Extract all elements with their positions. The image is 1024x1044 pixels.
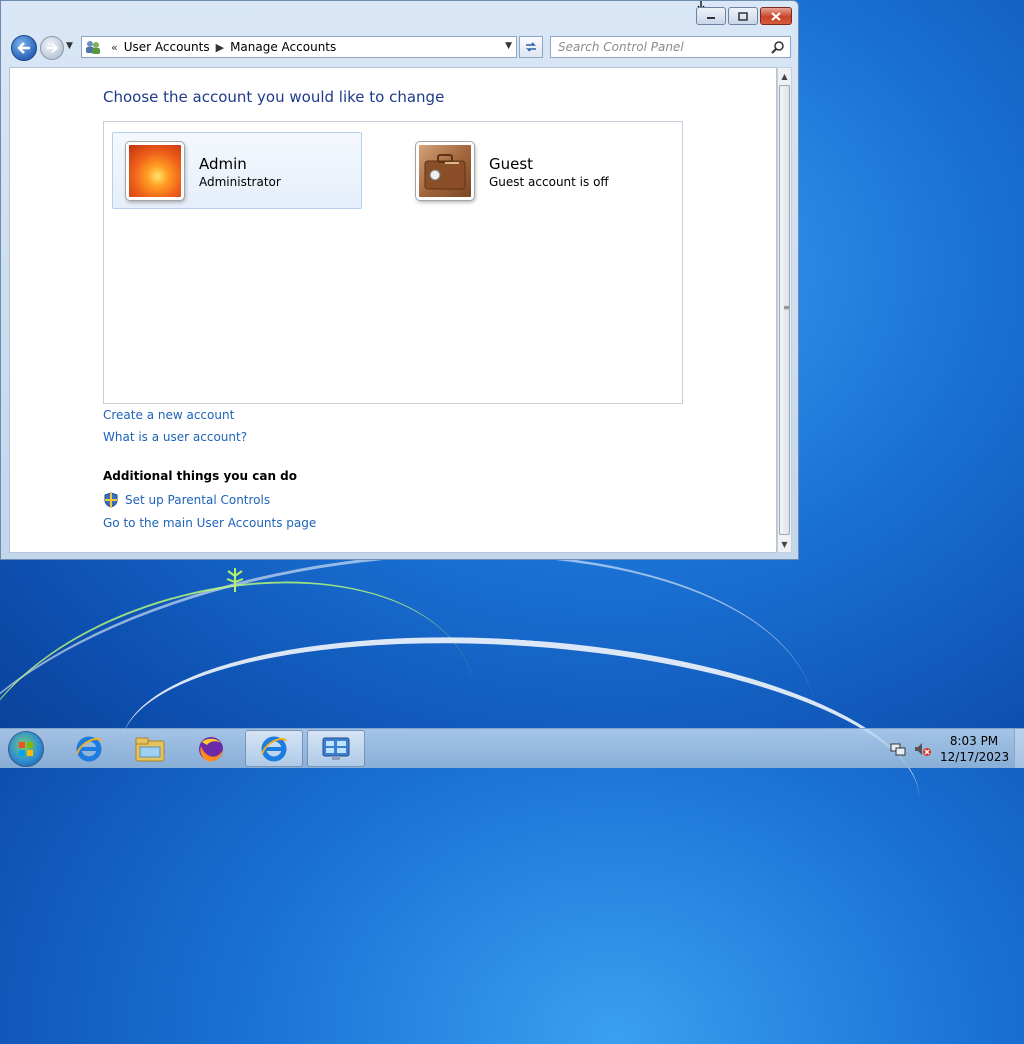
wallpaper-streak (111, 612, 929, 934)
start-button[interactable] (8, 731, 44, 767)
accounts-list: Admin Administrator Guest Guest account … (103, 121, 683, 404)
grip-icon: ≡ (783, 303, 790, 312)
close-icon (771, 11, 781, 21)
refresh-icon (526, 42, 536, 52)
internet-explorer-icon (76, 736, 102, 761)
navigation-bar: ▼ « User Accounts ▶ Manage Accounts ▼ Se… (9, 35, 791, 61)
breadcrumb-user-accounts[interactable]: User Accounts (124, 40, 210, 54)
taskbar-control-panel[interactable] (307, 730, 365, 767)
user-accounts-icon (86, 41, 100, 54)
system-clock[interactable]: 8:03 PM 12/17/2023 (940, 733, 1010, 765)
minimize-icon (707, 17, 715, 19)
wallpaper-leaf-icon (226, 568, 244, 592)
search-icon[interactable] (771, 40, 785, 54)
briefcase-graphic (424, 154, 466, 190)
taskbar-internet-explorer-active[interactable] (245, 730, 303, 767)
additional-heading: Additional things you can do (103, 469, 298, 483)
account-type: Administrator (199, 175, 281, 189)
arrow-right-icon (47, 43, 58, 53)
window-controls (696, 7, 792, 25)
content-pane: Choose the account you would like to cha… (9, 67, 777, 553)
account-name: Guest (489, 155, 534, 173)
volume-muted-icon[interactable] (914, 741, 932, 757)
clock-date: 12/17/2023 (940, 750, 1010, 764)
account-name: Admin (199, 155, 247, 173)
account-type: Guest account is off (489, 175, 609, 189)
taskbar (0, 728, 1024, 768)
scroll-up-icon[interactable]: ▲ (778, 68, 791, 84)
firefox-icon (199, 736, 223, 761)
taskbar-windows-explorer[interactable] (121, 730, 179, 767)
search-input[interactable]: Search Control Panel (550, 36, 791, 58)
maximize-button[interactable] (728, 7, 758, 25)
taskbar-firefox[interactable] (182, 730, 240, 767)
parental-controls-link[interactable]: Set up Parental Controls (125, 493, 270, 507)
clock-time: 8:03 PM (949, 734, 999, 748)
internet-explorer-icon (261, 736, 287, 761)
page-title: Choose the account you would like to cha… (103, 88, 445, 106)
windows-explorer-icon (135, 737, 165, 761)
network-icon[interactable] (890, 741, 906, 757)
scroll-thumb[interactable]: ≡ (779, 85, 790, 535)
create-account-link[interactable]: Create a new account (103, 408, 234, 422)
main-user-accounts-link[interactable]: Go to the main User Accounts page (103, 516, 316, 530)
what-is-account-link[interactable]: What is a user account? (103, 430, 247, 444)
vertical-scrollbar[interactable]: ▲ ≡ ▼ (777, 67, 792, 553)
windows-logo-icon (19, 742, 33, 756)
forward-button[interactable] (40, 36, 64, 60)
briefcase-icon (415, 141, 475, 201)
scroll-down-icon[interactable]: ▼ (778, 536, 791, 552)
control-panel-window: ▼ « User Accounts ▶ Manage Accounts ▼ Se… (0, 0, 799, 560)
breadcrumb-overflow[interactable]: « (111, 41, 118, 54)
account-tile-admin[interactable]: Admin Administrator (112, 132, 362, 209)
minimize-button[interactable] (696, 7, 726, 25)
account-tile-guest[interactable]: Guest Guest account is off (402, 132, 652, 209)
taskbar-internet-explorer[interactable] (60, 730, 118, 767)
address-bar[interactable]: « User Accounts ▶ Manage Accounts ▼ (81, 36, 517, 58)
control-panel-icon (322, 737, 350, 760)
wallpaper-streak (0, 499, 846, 1044)
address-dropdown-icon[interactable]: ▼ (505, 41, 512, 51)
flower-icon (125, 141, 185, 201)
breadcrumb-manage-accounts[interactable]: Manage Accounts (230, 40, 336, 54)
search-placeholder: Search Control Panel (558, 40, 684, 54)
maximize-icon (738, 11, 748, 21)
close-button[interactable] (760, 7, 792, 25)
breadcrumb-separator-icon[interactable]: ▶ (216, 41, 224, 54)
back-button[interactable] (11, 35, 37, 61)
refresh-button[interactable] (519, 36, 543, 58)
shield-icon (104, 492, 118, 508)
arrow-left-icon (17, 42, 30, 54)
recent-pages-dropdown[interactable]: ▼ (66, 41, 73, 51)
show-desktop-button[interactable] (1014, 729, 1024, 768)
